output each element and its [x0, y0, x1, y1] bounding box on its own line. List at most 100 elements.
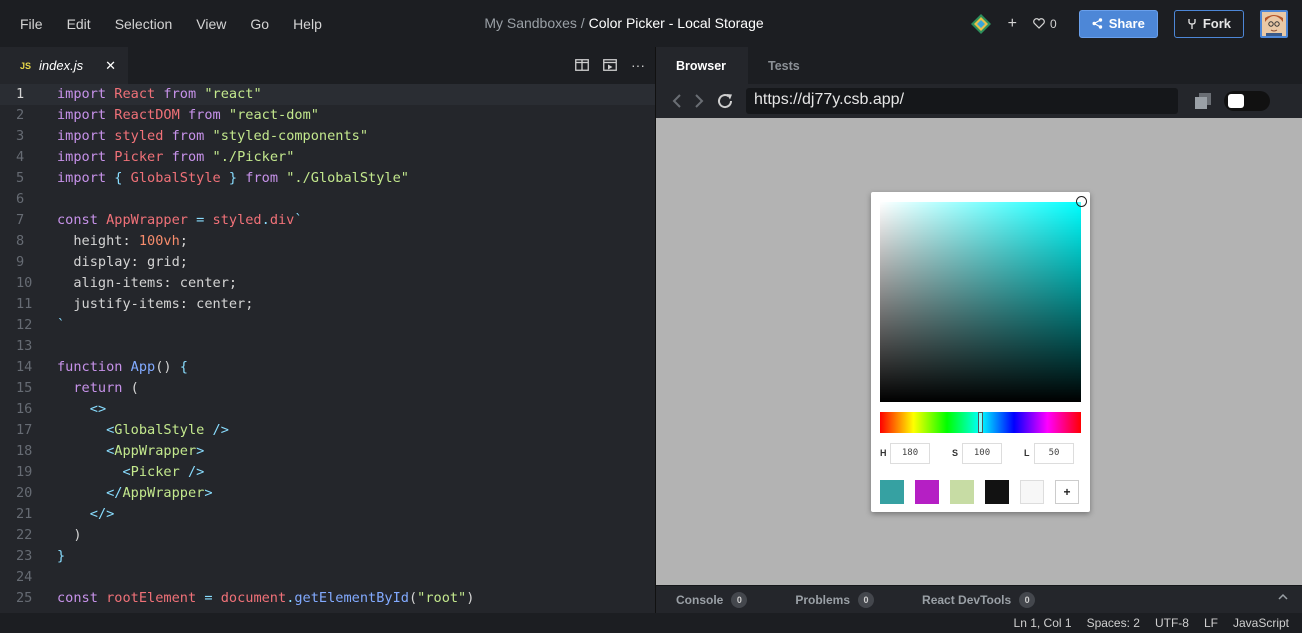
code-text[interactable]: `: [44, 315, 65, 336]
code-text[interactable]: align-items: center;: [44, 273, 237, 294]
code-line[interactable]: 4 import Picker from "./Picker": [0, 147, 655, 168]
line-number: 7: [16, 212, 25, 228]
split-view-icon[interactable]: [575, 59, 589, 71]
sandbox-name[interactable]: Color Picker - Local Storage: [589, 15, 764, 31]
tab-browser[interactable]: Browser: [656, 47, 748, 84]
hue-slider[interactable]: [880, 412, 1081, 433]
code-text[interactable]: justify-items: center;: [44, 294, 253, 315]
code-text[interactable]: function App() {: [44, 357, 188, 378]
line-ending-status[interactable]: LF: [1204, 616, 1218, 630]
more-options-icon[interactable]: ···: [631, 57, 645, 73]
code-line[interactable]: 6: [0, 189, 655, 210]
code-area[interactable]: 1 import React from "react" 2 import ReactD…: [0, 84, 655, 613]
code-line[interactable]: 15 return (: [0, 378, 655, 399]
tab-console[interactable]: Console 0: [676, 591, 748, 608]
code-line[interactable]: 17 <GlobalStyle />: [0, 420, 655, 441]
code-line[interactable]: 25 const rootElement = document.getElemen…: [0, 588, 655, 609]
code-line[interactable]: 5 import { GlobalStyle } from "./GlobalSt…: [0, 168, 655, 189]
codesandbox-cube-icon[interactable]: [970, 13, 992, 35]
code-text[interactable]: <GlobalStyle />: [44, 420, 229, 441]
code-text[interactable]: </AppWrapper>: [44, 483, 212, 504]
code-line[interactable]: 16 <>: [0, 399, 655, 420]
close-icon[interactable]: ✕: [105, 58, 116, 74]
saturation-handle[interactable]: [1076, 196, 1087, 207]
code-text[interactable]: const rootElement = document.getElementB…: [44, 588, 474, 609]
chevron-up-icon[interactable]: [1278, 593, 1288, 601]
code-line[interactable]: 19 <Picker />: [0, 462, 655, 483]
back-icon[interactable]: [672, 93, 682, 109]
code-line[interactable]: 22 ): [0, 525, 655, 546]
code-text[interactable]: <>: [44, 399, 106, 420]
code-text[interactable]: display: grid;: [44, 252, 188, 273]
hue-handle[interactable]: [977, 412, 983, 433]
code-line[interactable]: 21 </>: [0, 504, 655, 525]
open-new-window-icon[interactable]: [1194, 92, 1212, 110]
code-text[interactable]: return (: [44, 378, 138, 399]
code-line[interactable]: 12 `: [0, 315, 655, 336]
top-actions: + 0 Share Fork: [970, 9, 1288, 38]
code-line[interactable]: 14 function App() {: [0, 357, 655, 378]
saturation-lightness-area[interactable]: [880, 196, 1087, 402]
code-line[interactable]: 24: [0, 567, 655, 588]
cursor-position[interactable]: Ln 1, Col 1: [1014, 616, 1072, 630]
code-text[interactable]: import Picker from "./Picker": [44, 147, 294, 168]
code-text[interactable]: import { GlobalStyle } from "./GlobalSty…: [44, 168, 409, 189]
code-line[interactable]: 7 const AppWrapper = styled.div`: [0, 210, 655, 231]
code-text[interactable]: height: 100vh;: [44, 231, 188, 252]
code-text[interactable]: <AppWrapper>: [44, 441, 204, 462]
color-swatch[interactable]: [915, 480, 939, 504]
code-text[interactable]: const AppWrapper = styled.div`: [44, 210, 303, 231]
avatar[interactable]: [1260, 9, 1288, 38]
line-number: 25: [16, 590, 33, 606]
code-line[interactable]: 1 import React from "react": [0, 84, 655, 105]
code-text[interactable]: }: [44, 546, 65, 567]
code-text[interactable]: <Picker />: [44, 462, 204, 483]
code-text[interactable]: ): [44, 525, 81, 546]
add-button[interactable]: +: [1008, 15, 1017, 33]
fork-button[interactable]: Fork: [1173, 9, 1244, 38]
hue-input[interactable]: 180: [890, 442, 930, 464]
share-label: Share: [1108, 16, 1145, 31]
code-text[interactable]: import styled from "styled-components": [44, 126, 368, 147]
code-line[interactable]: 8 height: 100vh;: [0, 231, 655, 252]
saturation-input[interactable]: 100: [962, 442, 1002, 464]
color-swatch[interactable]: [880, 480, 904, 504]
code-line[interactable]: 10 align-items: center;: [0, 273, 655, 294]
refresh-icon[interactable]: [716, 92, 734, 110]
lightness-input[interactable]: 50: [1034, 442, 1074, 464]
code-text[interactable]: [44, 336, 57, 357]
share-button[interactable]: Share: [1078, 9, 1158, 38]
tab-filename: index.js: [39, 58, 84, 73]
code-text[interactable]: [44, 567, 57, 588]
forward-icon[interactable]: [694, 93, 704, 109]
code-line[interactable]: 18 <AppWrapper>: [0, 441, 655, 462]
code-line[interactable]: 23}: [0, 546, 655, 567]
like-button[interactable]: 0: [1033, 17, 1057, 31]
color-swatch[interactable]: [950, 480, 974, 504]
preview-toggle-icon[interactable]: [603, 59, 617, 71]
url-input[interactable]: https://dj77y.csb.app/: [746, 88, 1178, 114]
code-line[interactable]: 20 </AppWrapper>: [0, 483, 655, 504]
indentation-status[interactable]: Spaces: 2: [1087, 616, 1140, 630]
code-line[interactable]: 3 import styled from "styled-components": [0, 126, 655, 147]
encoding-status[interactable]: UTF-8: [1155, 616, 1189, 630]
tab-tests[interactable]: Tests: [748, 47, 820, 84]
code-line[interactable]: 2 import ReactDOM from "react-dom": [0, 105, 655, 126]
code-line[interactable]: 9 display: grid;: [0, 252, 655, 273]
language-status[interactable]: JavaScript: [1233, 616, 1289, 630]
preview-tab-bar: Browser Tests: [656, 47, 1302, 84]
tab-react-devtools[interactable]: React DevTools 0: [922, 591, 1036, 608]
color-swatch[interactable]: [985, 480, 1009, 504]
code-text[interactable]: </>: [44, 504, 115, 525]
devtools-toggle[interactable]: [1224, 91, 1270, 111]
code-text[interactable]: import ReactDOM from "react-dom": [44, 105, 319, 126]
code-text[interactable]: [44, 189, 57, 210]
add-swatch-button[interactable]: +: [1055, 480, 1079, 504]
breadcrumb-my-sandboxes[interactable]: My Sandboxes /: [484, 15, 584, 31]
code-line[interactable]: 11 justify-items: center;: [0, 294, 655, 315]
tab-problems[interactable]: Problems 0: [795, 591, 875, 608]
code-line[interactable]: 13: [0, 336, 655, 357]
tab-index-js[interactable]: JS index.js ✕: [0, 47, 128, 84]
color-swatch[interactable]: [1020, 480, 1044, 504]
code-text[interactable]: import React from "react": [44, 84, 262, 105]
